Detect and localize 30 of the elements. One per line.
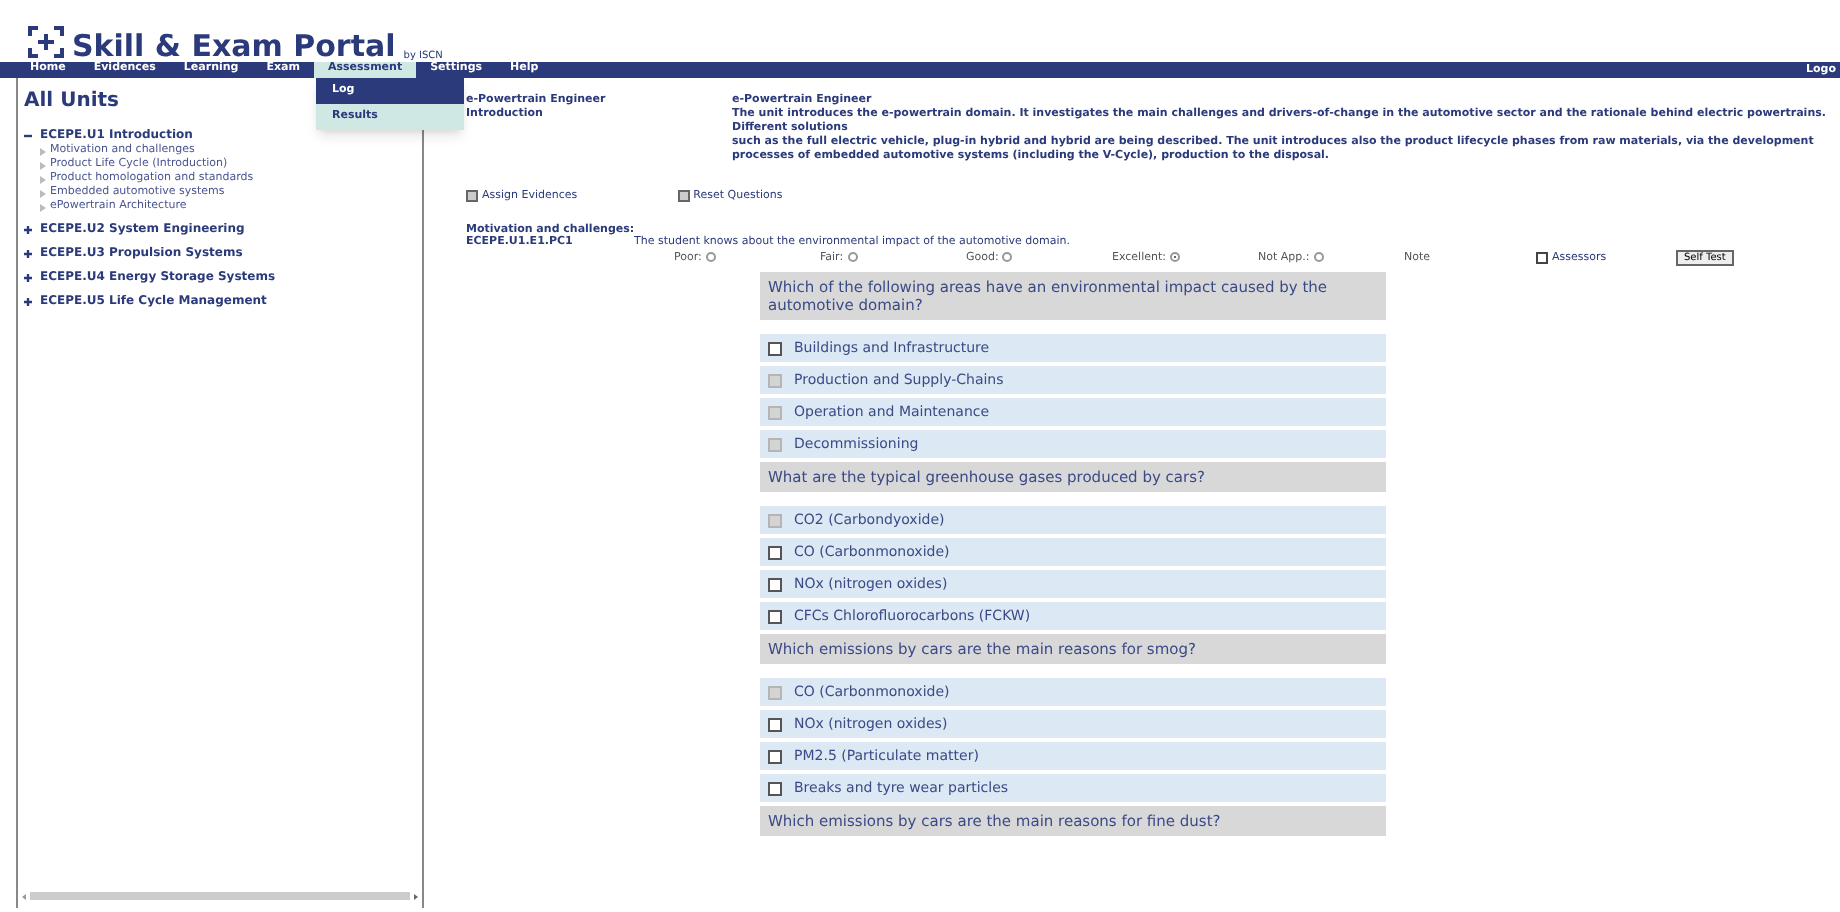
radio-button[interactable] xyxy=(847,252,858,263)
radio-button[interactable] xyxy=(1169,252,1180,263)
sidebar-title: All Units xyxy=(24,88,119,116)
checkbox[interactable] xyxy=(768,717,782,732)
minus-icon[interactable] xyxy=(24,131,32,139)
checkbox[interactable] xyxy=(768,545,782,560)
document-icon xyxy=(677,190,690,203)
checkbox[interactable] xyxy=(768,513,782,528)
checkbox[interactable] xyxy=(768,405,782,420)
plus-icon[interactable] xyxy=(24,273,32,281)
radio-button[interactable] xyxy=(705,252,716,263)
radio-button[interactable] xyxy=(1313,252,1324,263)
checkbox[interactable] xyxy=(768,609,782,624)
checkbox[interactable] xyxy=(768,341,782,356)
logo-icon xyxy=(28,26,64,58)
checkbox[interactable] xyxy=(768,437,782,452)
checkbox[interactable] xyxy=(768,685,782,700)
scroll-right-icon[interactable] xyxy=(414,893,418,899)
checkbox[interactable] xyxy=(768,373,782,388)
scroll-left-icon[interactable] xyxy=(22,893,26,899)
horizontal-scrollbar[interactable] xyxy=(18,890,422,902)
radio-button[interactable] xyxy=(1002,252,1013,263)
plus-icon[interactable] xyxy=(24,249,32,257)
checkbox[interactable] xyxy=(768,781,782,796)
plus-icon[interactable] xyxy=(24,225,32,233)
checkbox[interactable] xyxy=(768,749,782,764)
app-title: Skill & Exam Portal xyxy=(72,32,396,62)
document-icon xyxy=(466,190,478,203)
checkbox[interactable] xyxy=(768,577,782,592)
plus-icon[interactable] xyxy=(24,297,32,305)
